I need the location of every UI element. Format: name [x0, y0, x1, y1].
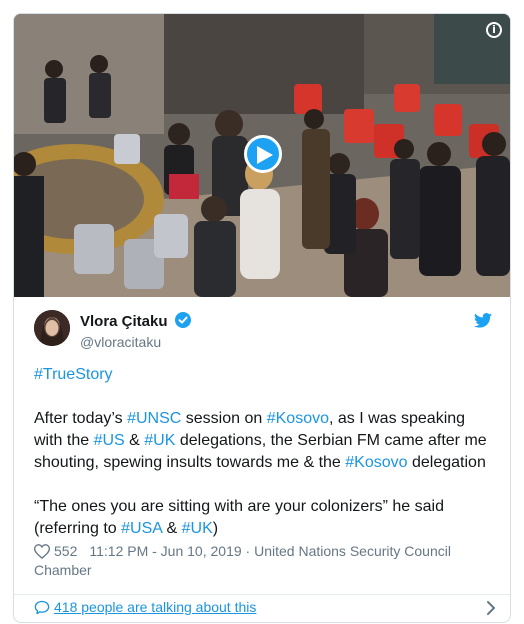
hashtag-link[interactable]: #US — [94, 432, 125, 449]
text-span: & — [124, 432, 145, 449]
meta-separator: · — [241, 543, 255, 559]
text-span: session on — [181, 410, 267, 427]
avatar[interactable] — [34, 310, 70, 346]
like-count[interactable]: 552 — [54, 543, 77, 559]
heart-icon[interactable] — [34, 544, 50, 559]
speech-bubble-icon — [34, 600, 50, 615]
video-player[interactable]: i — [14, 14, 510, 297]
hashtag-link[interactable]: #UK — [144, 432, 175, 449]
hashtag-link[interactable]: #Kosovo — [267, 410, 329, 427]
text-span: After today’s — [34, 410, 128, 427]
author-name[interactable]: Vlora Çitaku — [80, 313, 168, 330]
conversation-link[interactable]: 418 people are talking about this — [34, 599, 256, 615]
text-span: ) — [212, 520, 219, 537]
play-icon — [257, 146, 273, 164]
text-span: delegation — [407, 454, 486, 471]
text-span: “The ones you are sitting with are your … — [34, 498, 444, 537]
hashtag-link[interactable]: #Kosovo — [345, 454, 407, 471]
twitter-bird-icon[interactable] — [474, 313, 492, 328]
play-button[interactable] — [244, 135, 282, 173]
tweet-meta: 552 11:12 PM - Jun 10, 2019 · United Nati… — [34, 542, 474, 580]
hashtag-link[interactable]: #UNSC — [127, 410, 181, 427]
chevron-right-icon[interactable] — [486, 600, 496, 616]
tweet-author[interactable]: Vlora Çitaku @vloracitaku — [34, 310, 494, 350]
tweet-card[interactable]: i Vlora Çitaku @vloracitaku #TrueStory A… — [13, 13, 511, 623]
author-handle[interactable]: @vloracitaku — [80, 334, 191, 350]
talking-about-link[interactable]: 418 people are talking about this — [54, 599, 256, 615]
divider — [14, 594, 510, 595]
tweet-text: #TrueStory After today’s #UNSC session o… — [34, 364, 494, 540]
tweet-paragraph: “The ones you are sitting with are your … — [34, 496, 494, 540]
text-span: & — [162, 520, 182, 537]
tweet-paragraph: After today’s #UNSC session on #Kosovo, … — [34, 408, 494, 474]
hashtag-link[interactable]: #UK — [182, 520, 213, 537]
tweet-timestamp[interactable]: 11:12 PM - Jun 10, 2019 — [89, 543, 241, 559]
hashtag-link[interactable]: #USA — [121, 520, 162, 537]
info-icon[interactable]: i — [486, 22, 502, 38]
verified-badge-icon — [174, 312, 191, 328]
hashtag-link[interactable]: #TrueStory — [34, 366, 113, 383]
